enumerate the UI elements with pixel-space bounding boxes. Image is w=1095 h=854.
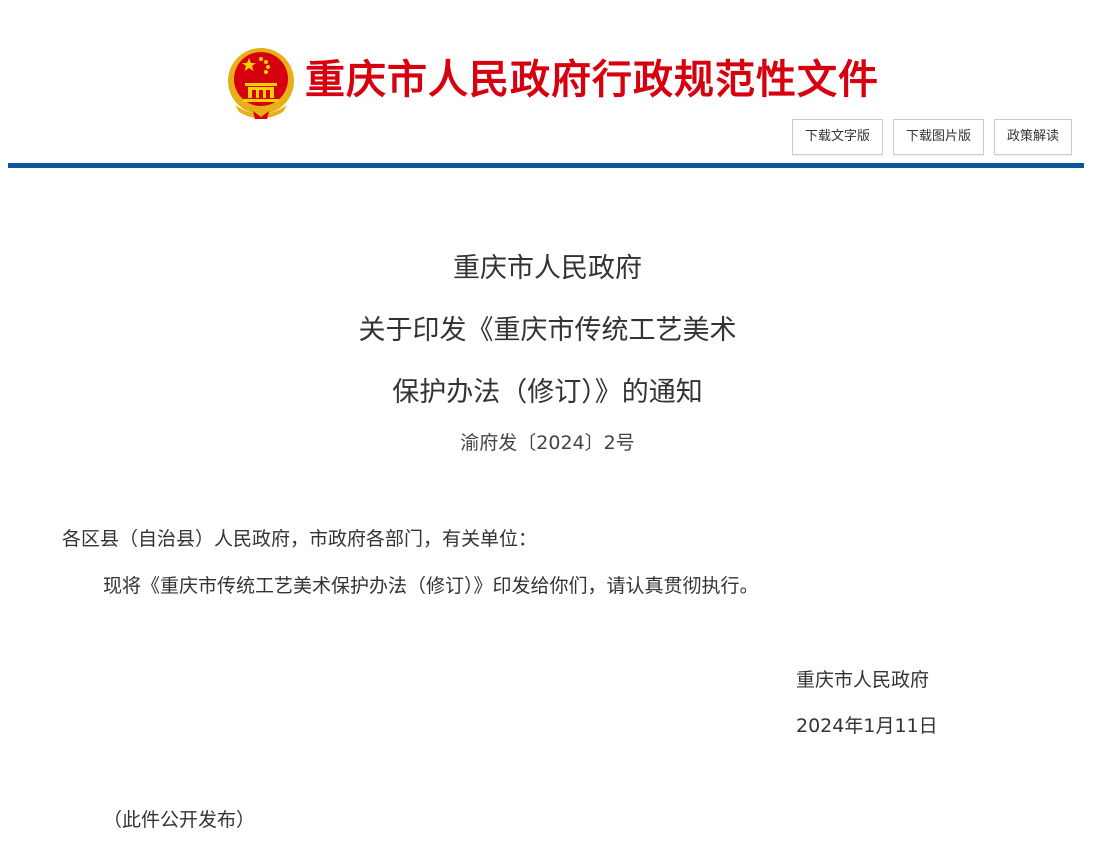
issue-date: 2024年1月11日 [796, 715, 938, 737]
title-line-1: 重庆市人民政府 [453, 253, 642, 284]
title-line-2: 关于印发《重庆市传统工艺美术 [358, 315, 737, 346]
national-emblem-icon [228, 48, 294, 119]
salutation: 各区县（自治县）人民政府，市政府各部门，有关单位： [62, 528, 538, 550]
signature: 重庆市人民政府 [796, 669, 930, 691]
document-header: 重庆市人民政府行政规范性文件 下载文字版 下载图片版 政策解读 [0, 0, 1095, 170]
publication-note: （此件公开发布） [103, 809, 256, 831]
body-paragraph: 现将《重庆市传统工艺美术保护办法（修订）》印发给你们，请认真贯彻执行。 [103, 575, 759, 597]
download-toolbar: 下载文字版 下载图片版 政策解读 [791, 119, 1072, 155]
title-line-3: 保护办法（修订）》的通知 [392, 377, 703, 408]
download-text-button[interactable]: 下载文字版 [791, 119, 883, 155]
download-image-button[interactable]: 下载图片版 [892, 119, 984, 155]
policy-reading-button[interactable]: 政策解读 [993, 119, 1072, 155]
masthead-title: 重庆市人民政府行政规范性文件 [305, 56, 879, 103]
header-divider [8, 163, 1084, 168]
document-number: 渝府发〔2024〕2号 [460, 432, 635, 454]
